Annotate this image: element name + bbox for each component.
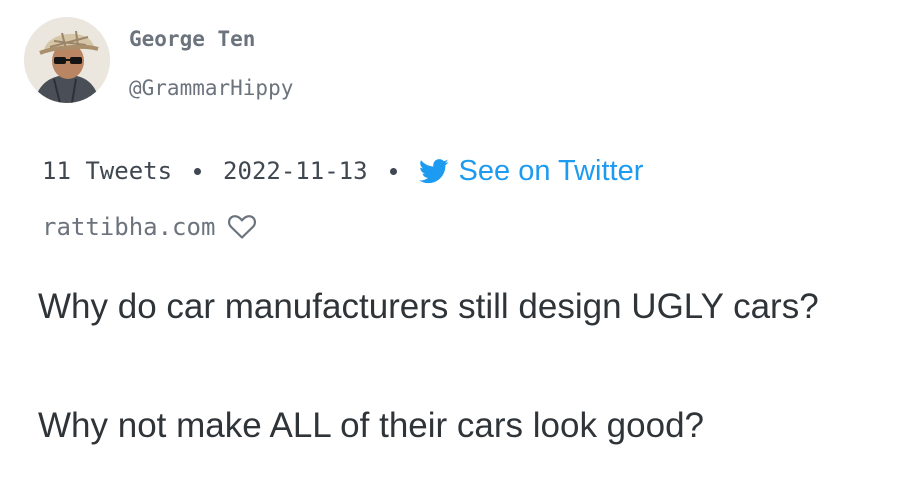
twitter-bird-icon [418,158,449,183]
separator-dot [194,167,202,175]
tweet-count: 11 Tweets [42,157,173,185]
tweet-text-line: Why not make ALL of their cars look good… [38,406,705,445]
author-handle[interactable]: @GrammarHippy [129,76,293,100]
see-on-twitter-label: See on Twitter [458,154,644,187]
avatar[interactable] [24,17,110,103]
heart-icon[interactable] [227,214,257,240]
tweet-text-line: Why do car manufacturers still design UG… [38,287,819,326]
avatar-photo [24,17,110,103]
source-site[interactable]: rattibha.com [42,213,215,241]
source-row: rattibha.com [42,209,257,245]
separator-dot [389,167,397,175]
thread-meta: 11 Tweets 2022-11-13 See on Twitter [42,153,643,189]
see-on-twitter-link[interactable]: See on Twitter [418,154,644,188]
thread-date: 2022-11-13 [223,157,368,185]
author-name[interactable]: George Ten [129,27,255,51]
